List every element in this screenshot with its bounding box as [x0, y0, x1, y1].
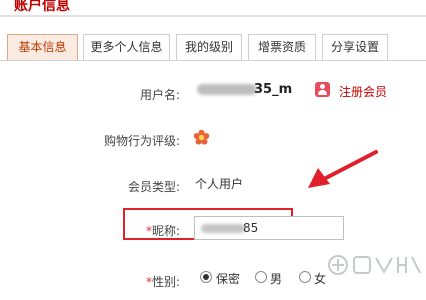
title-divider [0, 15, 426, 17]
member-type-label: 会员类型: [127, 180, 180, 194]
page-title: 账户信息 [14, 0, 70, 14]
gender-label: *性别: [0, 273, 180, 290]
tab-share-settings[interactable]: 分享设置 [322, 34, 388, 60]
username-redacted [197, 84, 257, 95]
nickname-label: *昵称: [0, 222, 180, 239]
gender-radio-female[interactable] [299, 271, 311, 283]
gender-radio-secret[interactable] [200, 271, 212, 283]
arrow-icon [308, 150, 378, 188]
tab-basic-info[interactable]: 基本信息 [7, 34, 78, 61]
user-badge-icon[interactable] [315, 82, 330, 97]
nickname-redacted [201, 224, 245, 233]
shopping-rating-label: 购物行为评级: [103, 134, 180, 148]
gender-option-male[interactable]: 男 [270, 270, 282, 287]
member-type-value: 个人用户 [195, 177, 244, 191]
username-label: 用户名: [139, 88, 180, 102]
nickname-value: 85 [243, 221, 259, 235]
tab-my-level[interactable]: 我的级别 [176, 34, 242, 60]
username-value: 35_m [254, 82, 293, 97]
gender-option-female[interactable]: 女 [314, 270, 326, 287]
gender-option-secret[interactable]: 保密 [216, 270, 240, 287]
nickname-label-text: 昵称: [151, 224, 180, 238]
watermark-logo [328, 255, 421, 275]
flower-icon [193, 129, 210, 145]
tab-divider [0, 60, 426, 61]
tab-vat-qualification[interactable]: 增票资质 [248, 34, 316, 60]
gender-label-text: 性别: [151, 275, 180, 289]
register-member-link[interactable]: 注册会员 [339, 83, 387, 100]
gender-radio-male[interactable] [255, 271, 267, 283]
tab-more-personal-info[interactable]: 更多个人信息 [83, 34, 170, 60]
